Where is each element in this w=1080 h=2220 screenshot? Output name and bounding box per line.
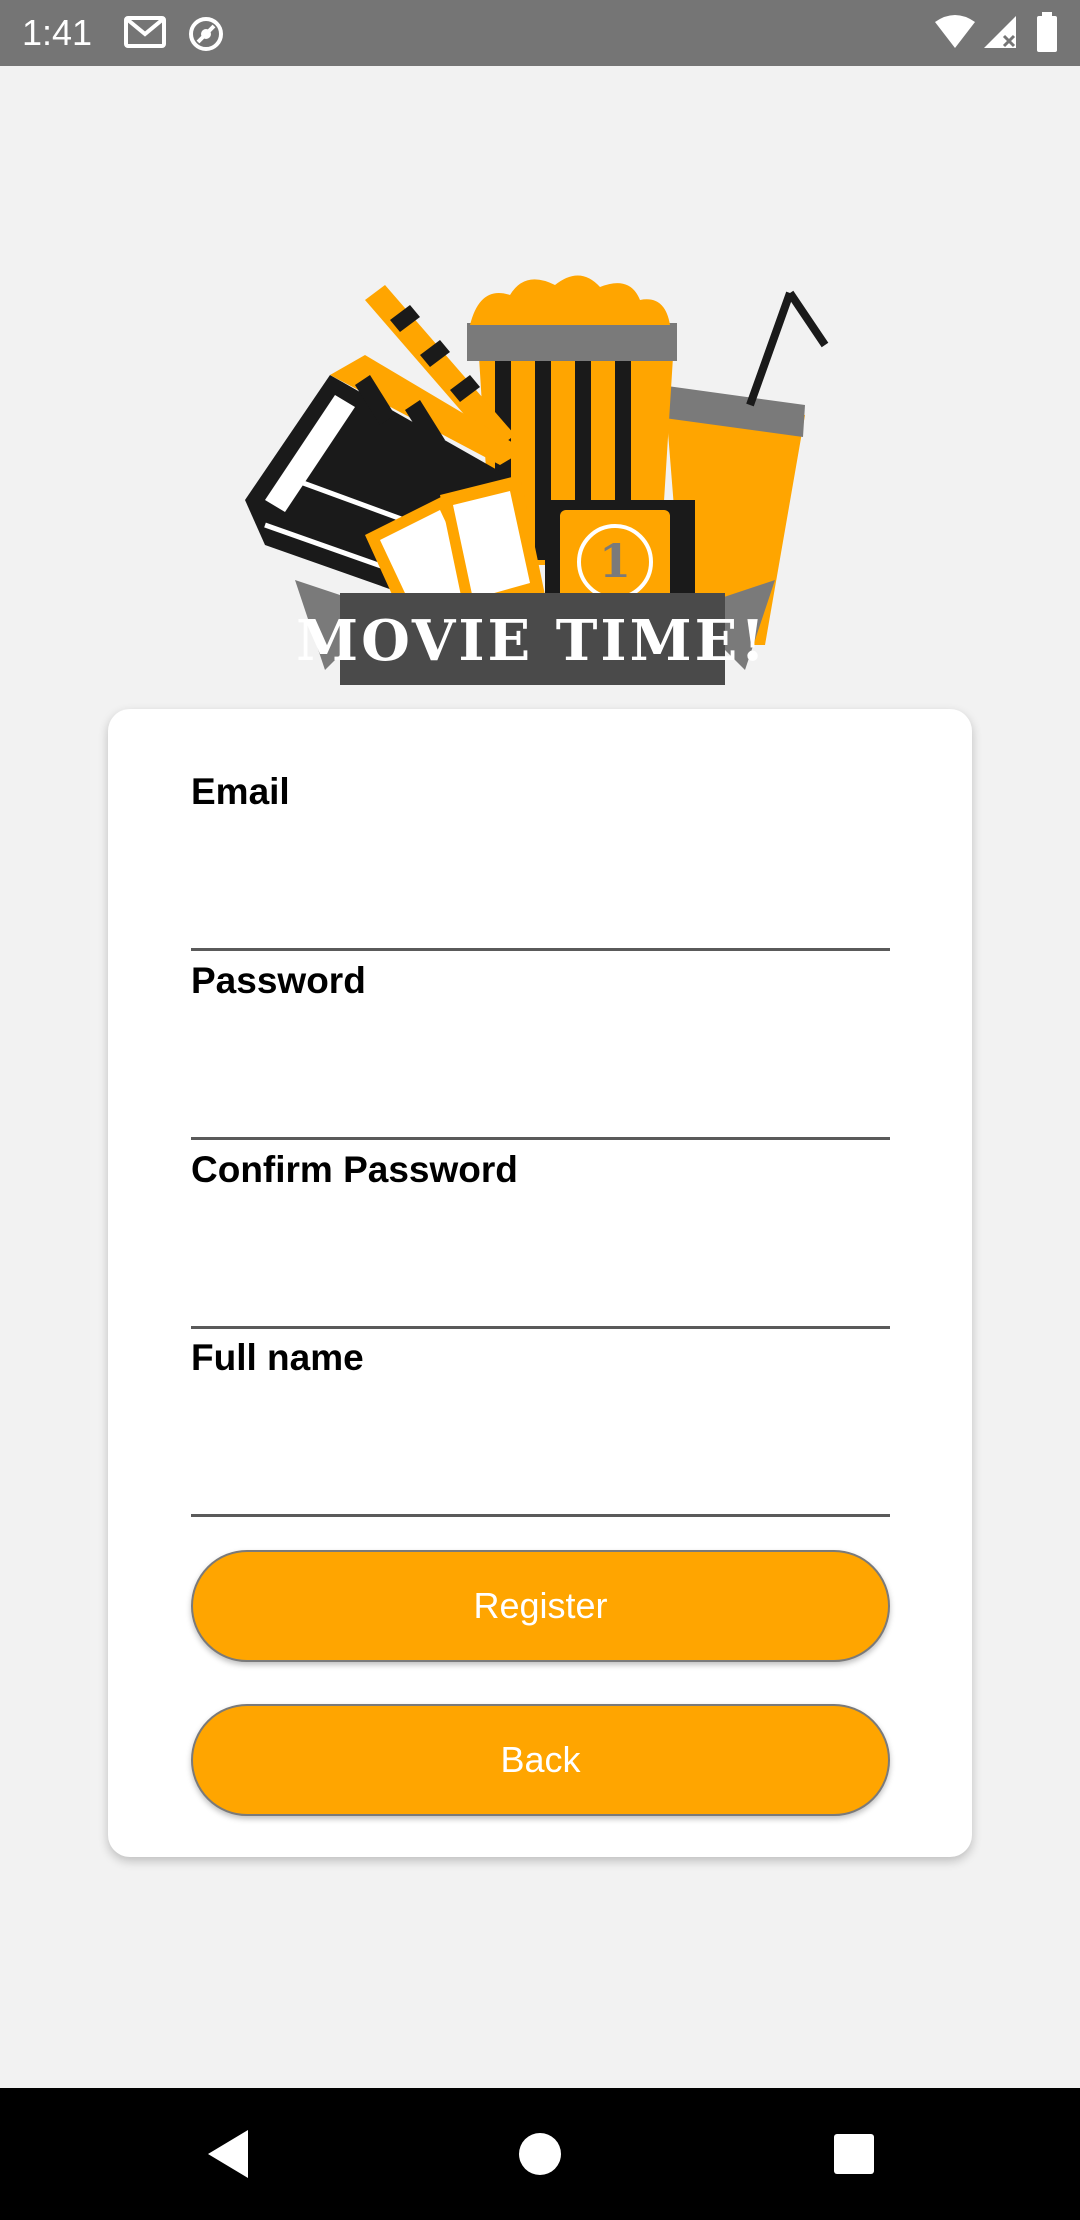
wifi-icon <box>935 15 975 48</box>
status-bar: 1:41 <box>0 0 1080 66</box>
full-name-input[interactable] <box>191 1407 890 1517</box>
logo-text: MOVIE TIME! <box>296 608 768 674</box>
register-card: Email Password Confirm Password Full nam… <box>108 709 972 1857</box>
password-field-group: Password <box>191 960 890 1140</box>
signal-icon <box>984 16 1016 48</box>
status-time: 1:41 <box>22 12 93 53</box>
home-circle-icon[interactable] <box>510 2124 570 2184</box>
confirm-password-label: Confirm Password <box>191 1149 518 1190</box>
navigation-bar <box>0 2088 1080 2220</box>
email-field-group: Email <box>191 771 890 951</box>
recents-square-icon[interactable] <box>824 2124 884 2184</box>
password-input[interactable] <box>191 1030 890 1140</box>
full-name-field-group: Full name <box>191 1337 890 1517</box>
logo-illustration: 1 MOVIE TIME! <box>245 275 829 685</box>
back-button[interactable]: Back <box>191 1704 890 1816</box>
full-name-label: Full name <box>191 1337 364 1378</box>
register-button[interactable]: Register <box>191 1550 890 1662</box>
sync-icon <box>189 17 223 51</box>
logo-ticket-number: 1 <box>599 534 631 588</box>
confirm-password-input[interactable] <box>191 1219 890 1329</box>
battery-icon <box>1037 12 1057 52</box>
gmail-icon <box>124 16 166 48</box>
movie-time-logo: 1 MOVIE TIME! <box>245 265 835 685</box>
back-triangle-icon[interactable] <box>204 2124 254 2184</box>
confirm-password-field-group: Confirm Password <box>191 1149 890 1329</box>
password-label: Password <box>191 960 366 1001</box>
email-label: Email <box>191 771 290 812</box>
email-input[interactable] <box>191 841 890 951</box>
